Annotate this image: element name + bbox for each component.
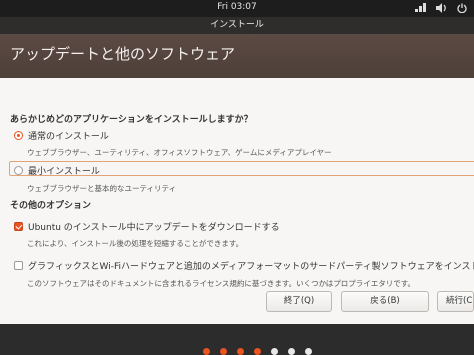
network-icon[interactable] — [414, 2, 426, 14]
page-title: アップデートと他のソフトウェア — [0, 34, 474, 78]
system-tray[interactable] — [414, 2, 468, 14]
normal-install-option[interactable]: 通常のインストール — [14, 129, 109, 142]
progress-dot — [237, 348, 244, 355]
normal-install-radio[interactable] — [14, 131, 23, 140]
progress-dot — [271, 348, 278, 355]
progress-dot — [288, 348, 295, 355]
progress-dot — [254, 348, 261, 355]
third-party-checkbox[interactable] — [14, 261, 23, 270]
top-panel: Fri 03:07 — [0, 0, 474, 17]
volume-icon[interactable] — [435, 2, 447, 14]
installer-window: インストール アップデートと他のソフトウェア あらかじめどのアプリケーションをイ… — [0, 17, 474, 324]
download-updates-label[interactable]: Ubuntu のインストール中にアップデートをダウンロードする — [28, 220, 280, 233]
progress-dot — [203, 348, 210, 355]
minimal-install-radio[interactable] — [14, 166, 23, 175]
progress-dot — [220, 348, 227, 355]
content-area: あらかじめどのアプリケーションをインストールしますか？ 通常のインストール ウェ… — [0, 78, 474, 324]
back-button[interactable]: 戻る(B) — [341, 291, 429, 312]
download-updates-option[interactable]: Ubuntu のインストール中にアップデートをダウンロードする — [14, 220, 280, 233]
progress-dots — [0, 324, 474, 355]
install-type-question: あらかじめどのアプリケーションをインストールしますか？ — [10, 115, 253, 125]
download-updates-checkbox[interactable] — [14, 222, 23, 231]
minimal-install-option[interactable]: 最小インストール — [14, 164, 100, 177]
download-updates-description: これにより、インストール後の処理を短縮することができます。 — [27, 239, 244, 248]
normal-install-description: ウェブブラウザー、ユーティリティ、オフィスソフトウェア、ゲームにメディアプレイヤ… — [27, 148, 332, 157]
window-title[interactable]: インストール — [0, 17, 474, 34]
minimal-install-label[interactable]: 最小インストール — [28, 164, 100, 177]
third-party-option[interactable]: グラフィックスとWi-Fiハードウェアと追加のメディアフォーマットのサードパーテ… — [14, 259, 474, 272]
normal-install-label[interactable]: 通常のインストール — [28, 129, 109, 142]
third-party-description: このソフトウェアはそのドキュメントに含まれるライセンス規約に基づきます。いくつか… — [27, 279, 415, 288]
quit-button[interactable]: 終了(Q) — [266, 291, 332, 312]
power-icon[interactable] — [456, 2, 468, 14]
minimal-install-description: ウェブブラウザーと基本的なユーティリティ — [27, 184, 177, 193]
progress-dot — [305, 348, 312, 355]
clock[interactable]: Fri 03:07 — [0, 2, 474, 12]
continue-button[interactable]: 続行(C) — [437, 291, 474, 312]
other-options-heading: その他のオプション — [10, 201, 92, 211]
third-party-label[interactable]: グラフィックスとWi-Fiハードウェアと追加のメディアフォーマットのサードパーテ… — [28, 259, 474, 272]
